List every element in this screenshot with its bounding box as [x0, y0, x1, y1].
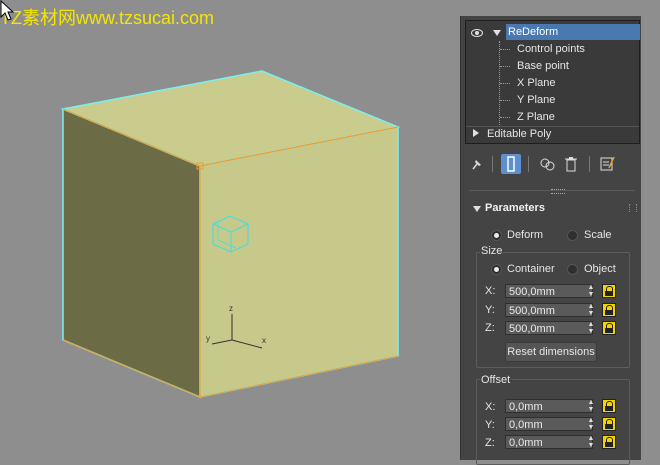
rollout-collapse-icon[interactable]: [473, 206, 481, 212]
remove-modifier-icon[interactable]: [561, 154, 581, 174]
radio-scale-label[interactable]: Scale: [584, 229, 612, 241]
offset-x-spinner[interactable]: ▲ ▼: [587, 399, 595, 413]
offset-y-lock-icon[interactable]: [602, 417, 616, 431]
offset-y-spinner[interactable]: ▲ ▼: [587, 417, 595, 431]
modifier-stack[interactable]: ReDeform Control points Base point X Pla…: [465, 20, 640, 144]
size-x-lock-icon[interactable]: [602, 284, 616, 298]
stack-subitem-base-point[interactable]: Base point: [517, 58, 569, 74]
panel-resize-grip[interactable]: [551, 189, 565, 194]
stack-subitem-control-points[interactable]: Control points: [517, 41, 585, 57]
cube-front-face: [199, 126, 399, 398]
expand-right-icon[interactable]: [473, 129, 479, 137]
reset-dimensions-button[interactable]: Reset dimensions: [505, 342, 597, 362]
make-unique-icon[interactable]: [537, 154, 557, 174]
size-z-label: Z:: [485, 322, 495, 334]
size-group-label: Size: [480, 245, 504, 257]
stack-subitem-x-plane[interactable]: X Plane: [517, 75, 556, 91]
show-end-result-icon[interactable]: [501, 154, 521, 174]
stack-subitem-z-plane[interactable]: Z Plane: [517, 109, 555, 125]
offset-z-field[interactable]: 0,0mm: [505, 435, 593, 449]
radio-scale[interactable]: [567, 230, 578, 241]
size-x-field[interactable]: 500,0mm: [505, 284, 593, 298]
modify-panel: ReDeform Control points Base point X Pla…: [460, 16, 641, 465]
radio-object[interactable]: [567, 264, 578, 275]
mouse-cursor-icon: [0, 0, 14, 21]
parameters-rollout-title[interactable]: Parameters: [485, 202, 545, 214]
stack-item-editable-poly[interactable]: Editable Poly: [487, 126, 551, 142]
size-x-spinner[interactable]: ▲ ▼: [587, 284, 595, 298]
stack-subitem-y-plane[interactable]: Y Plane: [517, 92, 555, 108]
eye-icon[interactable]: [471, 29, 483, 37]
radio-object-label[interactable]: Object: [584, 263, 616, 275]
axis-label-z: z: [229, 304, 233, 313]
configure-sets-icon[interactable]: [597, 154, 617, 174]
stack-item-redeform[interactable]: ReDeform: [506, 24, 640, 40]
offset-y-field[interactable]: 0,0mm: [505, 417, 593, 431]
offset-z-spinner[interactable]: ▲ ▼: [587, 435, 595, 449]
radio-deform[interactable]: [491, 230, 502, 241]
offset-x-label: X:: [485, 401, 496, 413]
offset-x-lock-icon[interactable]: [602, 399, 616, 413]
panel-scroll-area[interactable]: [641, 16, 660, 460]
axis-label-x: x: [262, 336, 266, 345]
axis-label-y: y: [206, 334, 210, 343]
offset-group-label: Offset: [480, 374, 512, 386]
pin-stack-icon[interactable]: [467, 154, 487, 174]
offset-z-label: Z:: [485, 437, 495, 449]
viewport[interactable]: TZ素材网www.tzsucai.com z x y: [0, 0, 460, 460]
watermark: TZ素材网www.tzsucai.com: [0, 8, 215, 28]
size-y-lock-icon[interactable]: [602, 303, 616, 317]
radio-container-label[interactable]: Container: [507, 263, 555, 275]
size-y-spinner[interactable]: ▲ ▼: [587, 303, 595, 317]
size-z-lock-icon[interactable]: [602, 321, 616, 335]
size-y-field[interactable]: 500,0mm: [505, 303, 593, 317]
stack-toolbar: [461, 152, 641, 176]
radio-deform-label[interactable]: Deform: [507, 229, 543, 241]
size-x-label: X:: [485, 285, 496, 297]
size-z-spinner[interactable]: ▲ ▼: [587, 321, 595, 335]
rollout-drag-handle[interactable]: [629, 204, 637, 212]
offset-y-label: Y:: [485, 419, 495, 431]
offset-x-field[interactable]: 0,0mm: [505, 399, 593, 413]
size-y-label: Y:: [485, 304, 495, 316]
viewport-canvas[interactable]: [0, 0, 460, 460]
size-z-field[interactable]: 500,0mm: [505, 321, 593, 335]
radio-container[interactable]: [491, 264, 502, 275]
expand-down-icon[interactable]: [493, 30, 501, 36]
offset-z-lock-icon[interactable]: [602, 435, 616, 449]
